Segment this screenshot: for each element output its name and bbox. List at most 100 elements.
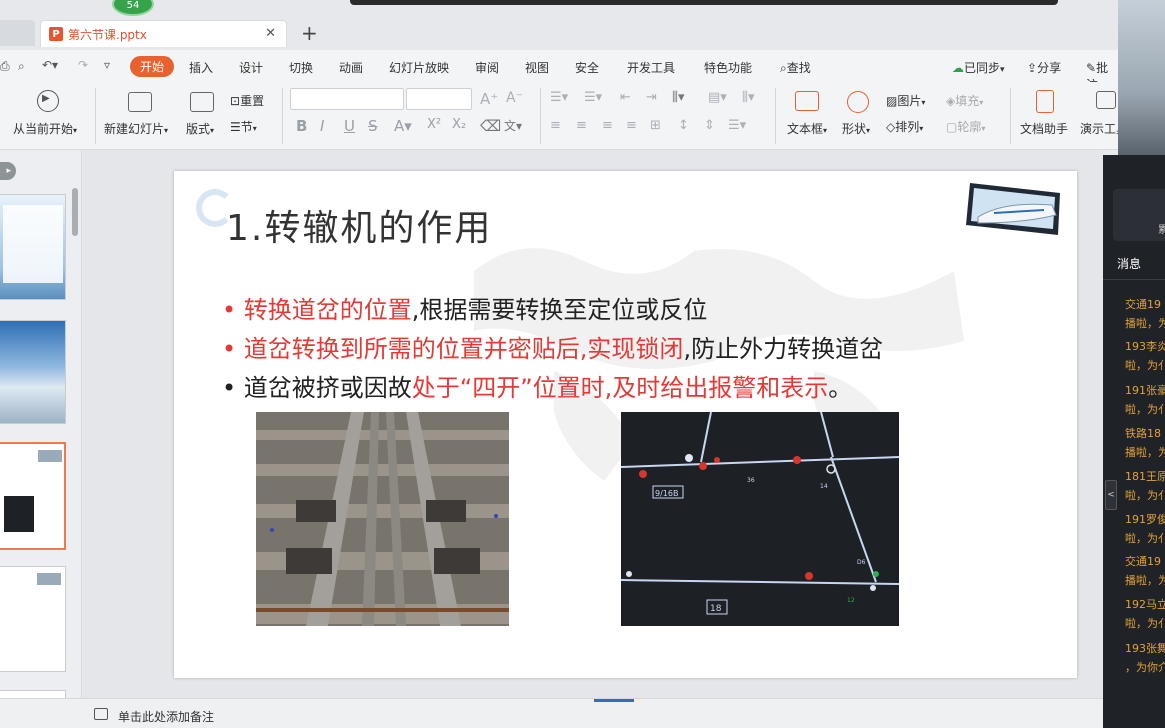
bullet-list[interactable]: • 转换道岔的位置,根据需要转换至定位或反位 • 道岔转换到所需的位置并密贴后,…: [222, 291, 883, 408]
presentation-tool-icon[interactable]: [1096, 91, 1116, 109]
line-spacing-icon[interactable]: ↕: [678, 118, 689, 133]
underline-icon[interactable]: U: [344, 117, 355, 135]
menu-tab-developer[interactable]: 开发工具: [627, 59, 675, 76]
font-family-select[interactable]: [290, 88, 404, 110]
italic-icon[interactable]: I: [320, 117, 324, 135]
menu-bar: ⎙ ⌕ ↶▾ ↷ ▿ 开始 插入 设计 切换 动画 幻灯片放映 审阅 视图 安全…: [0, 50, 1118, 92]
notes-resize-handle[interactable]: [594, 699, 634, 702]
strikethrough-icon[interactable]: S: [368, 117, 378, 135]
picture-button[interactable]: ▨图片▾: [886, 92, 925, 109]
arrange-button[interactable]: ◇排列▾: [886, 118, 923, 135]
bullet-3-text: 道岔被挤或因故: [243, 374, 412, 402]
train-logo: [966, 183, 1060, 235]
menu-tab-security[interactable]: 安全: [575, 59, 599, 76]
slide-title[interactable]: 1.转辙机的作用: [226, 199, 492, 251]
sync-status[interactable]: ☁已同步▾: [952, 59, 1005, 76]
chat-tab-messages[interactable]: 消息: [1117, 255, 1141, 272]
new-slide-button[interactable]: 新建幻灯片▾: [104, 120, 168, 137]
section-button[interactable]: ☰节▾: [230, 118, 257, 135]
current-slide[interactable]: 1.转辙机的作用 • 转换道岔的位置,根据需要转换至定位或反位 • 道岔转换到所…: [174, 171, 1077, 678]
undo-icon[interactable]: ↶▾: [42, 58, 58, 72]
decrease-font-icon[interactable]: A⁻: [506, 90, 523, 106]
thumbnail-count-pill[interactable]: ▸: [0, 162, 16, 180]
paragraph-spacing-icon[interactable]: ⇕: [704, 118, 715, 133]
collapse-panel-button[interactable]: <: [1105, 480, 1117, 510]
text-direction-icon[interactable]: ⫼▾: [672, 90, 685, 105]
columns-icon[interactable]: ⫼▾: [742, 90, 755, 105]
menu-tab-insert[interactable]: 插入: [189, 59, 213, 76]
font-size-select[interactable]: [406, 88, 472, 110]
presentation-file-icon: P: [49, 27, 63, 41]
menu-tab-slideshow[interactable]: 幻灯片放映: [389, 59, 449, 76]
justify-icon[interactable]: ≡: [626, 118, 637, 133]
menu-tab-review[interactable]: 审阅: [475, 59, 499, 76]
slide-thumbnail[interactable]: [0, 320, 66, 424]
bold-icon[interactable]: B: [296, 117, 307, 135]
menu-tab-animation[interactable]: 动画: [339, 59, 363, 76]
slide-thumbnail-selected[interactable]: [0, 442, 66, 550]
increase-indent-icon[interactable]: ⇥: [646, 90, 657, 105]
search-button[interactable]: ⌕查找: [780, 59, 811, 76]
textbox-icon[interactable]: [795, 91, 819, 111]
bullet-dot: •: [222, 335, 237, 363]
outline-button[interactable]: ▢轮廓▾: [946, 118, 985, 135]
chevron-down-icon: ▾: [981, 124, 986, 133]
menu-tab-design[interactable]: 设计: [239, 59, 263, 76]
play-from-current-button[interactable]: 从当前开始▾: [13, 120, 77, 137]
ribbon-separator: [1010, 88, 1011, 144]
clear-format-icon[interactable]: ⌫: [480, 117, 501, 135]
textbox-button[interactable]: 文本框▾: [787, 120, 827, 137]
signal-display-photo[interactable]: 9/16B 36 14 D6 12 18: [621, 412, 899, 626]
menu-tab-home[interactable]: 开始: [130, 56, 174, 77]
reset-button[interactable]: ⊡重置: [230, 92, 264, 109]
bullet-dot: •: [222, 374, 237, 402]
menu-tab-features[interactable]: 特色功能: [704, 59, 752, 76]
shape-icon[interactable]: [847, 91, 869, 113]
phonetic-guide-icon[interactable]: 文▾: [504, 117, 522, 134]
superscript-icon[interactable]: X²: [427, 117, 441, 132]
align-center-icon[interactable]: ≡: [576, 118, 587, 133]
arrange-icon: ◇: [886, 120, 896, 134]
redo-icon[interactable]: ↷: [78, 58, 88, 72]
quick-access-dropdown-icon[interactable]: ▿: [104, 58, 110, 72]
cloud-icon: ☁: [952, 61, 964, 75]
new-slide-icon[interactable]: [128, 92, 152, 112]
new-tab-button[interactable]: +: [301, 21, 318, 45]
shape-button[interactable]: 形状▾: [842, 120, 870, 137]
save-icon[interactable]: ⎙: [0, 59, 10, 74]
chat-header-area: 累: [1113, 189, 1165, 241]
railway-switch-photo[interactable]: [256, 412, 509, 626]
numbered-list-icon[interactable]: ☰▾: [584, 90, 602, 105]
distributed-icon[interactable]: ⊞: [650, 118, 661, 133]
increase-font-icon[interactable]: A⁺: [480, 90, 498, 108]
paragraph-settings-icon[interactable]: ☰▾: [728, 118, 746, 133]
doc-assistant-button[interactable]: 文档助手: [1020, 120, 1068, 137]
track-label-b: 18: [710, 604, 722, 614]
preview-icon[interactable]: ⌕: [18, 59, 25, 74]
previous-tab[interactable]: [0, 20, 35, 46]
thumbnail-scrollbar[interactable]: [72, 188, 78, 236]
chat-message: 193李炎 啦，为亻: [1125, 340, 1165, 372]
slide-thumbnail[interactable]: [0, 194, 66, 300]
presentation-tool-button[interactable]: 演示工具: [1080, 120, 1118, 137]
layout-button[interactable]: 版式▾: [186, 120, 214, 137]
chat-divider: [1103, 279, 1165, 280]
doc-assistant-icon[interactable]: [1036, 90, 1054, 113]
slide-thumbnail[interactable]: [0, 566, 66, 672]
align-text-icon[interactable]: ▤▾: [708, 90, 727, 105]
align-right-icon[interactable]: ≡: [602, 118, 613, 133]
decrease-indent-icon[interactable]: ⇤: [620, 90, 631, 105]
font-color-icon[interactable]: A▾: [394, 117, 412, 135]
notes-placeholder[interactable]: 单击此处添加备注: [118, 708, 214, 725]
fill-button[interactable]: ◈填充▾: [946, 92, 983, 109]
close-tab-icon[interactable]: ✕: [265, 26, 276, 41]
menu-tab-view[interactable]: 视图: [525, 59, 549, 76]
bullet-list-icon[interactable]: ☰▾: [550, 90, 568, 105]
layout-icon[interactable]: [190, 92, 214, 112]
sync-label: 已同步: [964, 61, 1001, 75]
share-button[interactable]: ⇪分享: [1027, 59, 1061, 76]
align-left-icon[interactable]: ≡: [550, 118, 561, 133]
subscript-icon[interactable]: X₂: [452, 117, 466, 132]
menu-tab-transition[interactable]: 切换: [289, 59, 313, 76]
document-tab[interactable]: P 第六节课.pptx ✕: [40, 20, 287, 47]
